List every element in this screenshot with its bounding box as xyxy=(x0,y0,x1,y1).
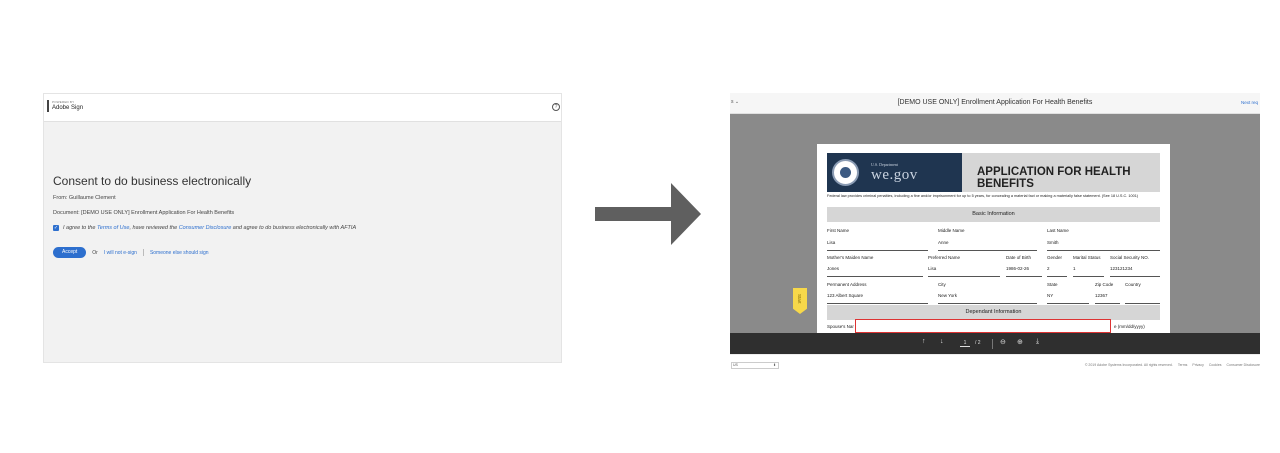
agree-suffix: and agree to do business electronically … xyxy=(231,225,357,231)
preferred-name-label: Preferred Name xyxy=(928,255,961,260)
address-label: Permanent Address xyxy=(827,282,867,287)
language-select[interactable]: US ⬍ xyxy=(731,362,779,369)
middle-name-label: Middle Name xyxy=(938,228,965,233)
signing-screen: s ⌄ [DEMO USE ONLY] Enrollment Applicati… xyxy=(730,93,1260,374)
zip-field[interactable]: 12367 xyxy=(1095,293,1120,304)
last-name-field[interactable]: Smith xyxy=(1047,240,1160,251)
agree-middle: , have reviewed the xyxy=(129,225,179,231)
city-label: City xyxy=(938,282,946,287)
cookies-link[interactable]: Cookies xyxy=(1209,363,1222,367)
consent-actions: Accept Or I will not e-sign Someone else… xyxy=(53,247,209,258)
agree-text: I agree to the Terms of Use, have review… xyxy=(63,225,356,231)
spouse-date-label: e (mm/dd/yyyy) xyxy=(1114,324,1145,329)
page-footer: US ⬍ © 2019 Adobe Systems Incorporated. A… xyxy=(730,354,1260,374)
consent-screen: POWERED BY Adobe Sign ? Consent to do bu… xyxy=(43,93,562,363)
country-label: Country xyxy=(1125,282,1141,287)
divider xyxy=(142,249,144,256)
page-title: Consent to do business electronically xyxy=(53,174,252,188)
help-icon[interactable]: ? xyxy=(552,103,560,111)
agree-row: ✓ I agree to the Terms of Use, have revi… xyxy=(53,225,356,231)
copyright: © 2019 Adobe Systems Incorporated. All r… xyxy=(1084,363,1173,367)
agree-checkbox[interactable]: ✓ xyxy=(53,225,59,231)
download-icon[interactable]: ⤓ xyxy=(1036,338,1039,346)
right-arrow-icon xyxy=(595,183,701,245)
consent-header: POWERED BY Adobe Sign ? xyxy=(44,94,561,122)
penalty-notice: Federal law provides criminal penalties,… xyxy=(827,194,1139,198)
seal-icon xyxy=(832,159,859,186)
not-signer-link[interactable]: I will not e-sign xyxy=(104,250,137,256)
brand-name: Adobe Sign xyxy=(52,105,84,111)
document-page: U.S. Department we.gov APPLICATION FOR H… xyxy=(817,144,1170,333)
gender-field[interactable]: 2 xyxy=(1047,266,1067,277)
chevron-down-icon: ⬍ xyxy=(773,363,776,367)
page-down-icon[interactable]: ↓ xyxy=(940,338,944,345)
toolbar-divider xyxy=(992,339,993,349)
form-title: APPLICATION FOR HEALTH BENEFITS xyxy=(977,166,1131,190)
accept-button[interactable]: Accept xyxy=(53,247,87,258)
page-up-icon[interactable]: ↑ xyxy=(922,338,926,345)
preferred-name-field[interactable]: Lisa xyxy=(928,266,1000,277)
marital-label: Marital Status xyxy=(1073,255,1101,260)
maiden-name-label: Mother's Maiden Name xyxy=(827,255,874,260)
country-field[interactable] xyxy=(1125,293,1160,304)
address-field[interactable]: 123 Albert Square xyxy=(827,293,928,304)
or-label: Or xyxy=(92,249,98,256)
section-dependant: Dependant Information xyxy=(827,305,1160,320)
document-viewer[interactable]: Start U.S. Department we.gov APPLICATION… xyxy=(730,114,1260,333)
from-line: From: Guillaume Clement xyxy=(53,195,116,201)
state-field[interactable]: NY xyxy=(1047,293,1089,304)
first-name-label: First Name xyxy=(827,228,850,233)
consumer-disclosure-link[interactable]: Consumer Disclosure xyxy=(179,225,232,231)
zoom-out-icon[interactable]: ⊖ xyxy=(1000,338,1006,346)
middle-name-field[interactable]: Anne xyxy=(938,240,1037,251)
page-total: / 2 xyxy=(975,340,981,346)
dob-field[interactable]: 1986-02-26 xyxy=(1006,266,1042,277)
language-value: US xyxy=(733,363,738,367)
spouse-name-field[interactable] xyxy=(855,319,1111,333)
dob-label: Date of Birth xyxy=(1006,255,1032,260)
ssn-label: Social Security NO. xyxy=(1110,255,1150,260)
start-tab-label: Start xyxy=(797,294,802,304)
footer-links: © 2019 Adobe Systems Incorporated. All r… xyxy=(1085,363,1260,367)
first-name-field[interactable]: Lisa xyxy=(827,240,928,251)
signing-header: s ⌄ [DEMO USE ONLY] Enrollment Applicati… xyxy=(730,93,1260,114)
section-basic: Basic Information xyxy=(827,207,1160,222)
spouse-label: Spouse's Nar xyxy=(827,324,854,329)
consumer-disclosure-footer-link[interactable]: Consumer Disclosure xyxy=(1227,363,1260,367)
logo-text: we.gov xyxy=(871,167,918,183)
gender-label: Gender xyxy=(1047,255,1063,260)
start-tab[interactable]: Start xyxy=(793,288,807,314)
marital-field[interactable]: 1 xyxy=(1073,266,1104,277)
privacy-link[interactable]: Privacy xyxy=(1192,363,1203,367)
agree-prefix: I agree to the xyxy=(63,225,97,231)
terms-link[interactable]: Terms xyxy=(1178,363,1188,367)
page-input[interactable]: 1 xyxy=(960,340,970,347)
last-name-label: Last Name xyxy=(1047,228,1069,233)
city-field[interactable]: New York xyxy=(938,293,1037,304)
zip-label: Zip Code xyxy=(1095,282,1114,287)
maiden-name-field[interactable]: Jones xyxy=(827,266,923,277)
stage: POWERED BY Adobe Sign ? Consent to do bu… xyxy=(0,0,1280,453)
document-line: Document: [DEMO USE ONLY] Enrollment App… xyxy=(53,210,235,216)
ssn-field[interactable]: 123121234 xyxy=(1110,266,1160,277)
adobe-sign-logo: POWERED BY Adobe Sign xyxy=(47,100,83,112)
document-title: [DEMO USE ONLY] Enrollment Application F… xyxy=(897,99,1093,106)
zoom-in-icon[interactable]: ⊕ xyxy=(1017,338,1023,346)
agency-logo: U.S. Department we.gov xyxy=(827,153,962,192)
viewer-toolbar: ↑ ↓ 1 / 2 ⊖ ⊕ ⤓ xyxy=(730,333,1260,354)
next-required-link[interactable]: Next req xyxy=(1241,100,1258,105)
someone-else-link[interactable]: Someone else should sign xyxy=(150,250,209,256)
form-banner: U.S. Department we.gov APPLICATION FOR H… xyxy=(827,153,1160,192)
terms-of-use-link[interactable]: Terms of Use xyxy=(97,225,130,231)
state-label: State xyxy=(1047,282,1058,287)
